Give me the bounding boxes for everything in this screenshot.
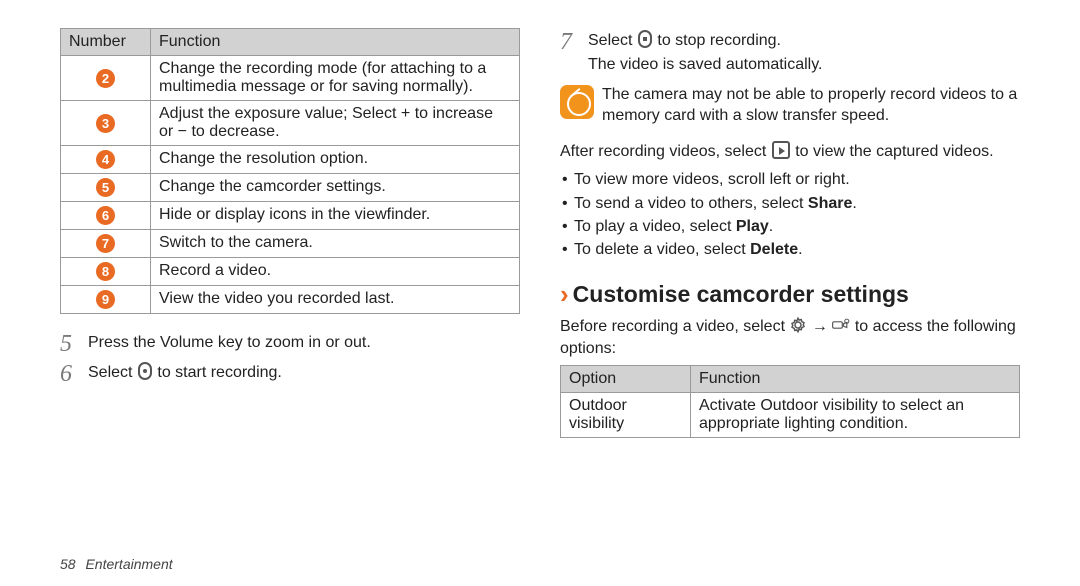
list-item: To delete a video, select Delete. <box>560 238 1020 261</box>
note-text: The camera may not be able to properly r… <box>602 85 1020 127</box>
section-name: Entertainment <box>85 556 172 572</box>
row-badge: 4 <box>96 150 115 169</box>
row-badge: 6 <box>96 206 115 225</box>
step-number: 6 <box>60 362 78 386</box>
table-row: Outdoor visibility Activate Outdoor visi… <box>561 393 1020 438</box>
table-row: 7 Switch to the camera. <box>61 230 520 258</box>
step-number: 7 <box>560 30 578 77</box>
option-name: Outdoor visibility <box>561 393 691 438</box>
row-function: View the video you recorded last. <box>151 286 520 314</box>
table-row: 9 View the video you recorded last. <box>61 286 520 314</box>
row-badge: 3 <box>96 114 115 133</box>
after-recording-text: After recording videos, select to view t… <box>560 141 1020 163</box>
row-function: Change the camcorder settings. <box>151 174 520 202</box>
row-function: Change the recording mode (for attaching… <box>151 56 520 101</box>
bullet-list: To view more videos, scroll left or righ… <box>560 168 1020 261</box>
row-function: Adjust the exposure value; Select + to i… <box>151 101 520 146</box>
row-function: Switch to the camera. <box>151 230 520 258</box>
play-box-icon <box>772 141 790 159</box>
left-column: Number Function 2 Change the recording m… <box>60 28 520 456</box>
list-item: To play a video, select Play. <box>560 215 1020 238</box>
function-table: Number Function 2 Change the recording m… <box>60 28 520 314</box>
note-callout: The camera may not be able to properly r… <box>560 85 1020 127</box>
row-function: Record a video. <box>151 258 520 286</box>
row-badge: 7 <box>96 234 115 253</box>
step-6: 6 Select to start recording. <box>60 362 520 386</box>
stop-icon <box>638 30 652 48</box>
gear-icon <box>789 316 807 334</box>
row-function: Hide or display icons in the viewfinder. <box>151 202 520 230</box>
col-header-function: Function <box>151 29 520 56</box>
list-item: To send a video to others, select Share. <box>560 192 1020 215</box>
section-heading: ›Customise camcorder settings <box>560 279 1020 310</box>
step-text: Select to start recording. <box>88 362 520 384</box>
table-row: 5 Change the camcorder settings. <box>61 174 520 202</box>
step-text: Press the Volume key to zoom in or out. <box>88 332 520 354</box>
row-badge: 8 <box>96 262 115 281</box>
col-header-function: Function <box>691 366 1020 393</box>
camcorder-gear-icon <box>832 316 850 334</box>
col-header-option: Option <box>561 366 691 393</box>
page-footer: 58 Entertainment <box>60 556 173 572</box>
row-badge: 5 <box>96 178 115 197</box>
row-badge: 9 <box>96 290 115 309</box>
row-function: Change the resolution option. <box>151 146 520 174</box>
table-row: 2 Change the recording mode (for attachi… <box>61 56 520 101</box>
option-function: Activate Outdoor visibility to select an… <box>691 393 1020 438</box>
step-5: 5 Press the Volume key to zoom in or out… <box>60 332 520 356</box>
record-icon <box>138 362 152 380</box>
table-row: 3 Adjust the exposure value; Select + to… <box>61 101 520 146</box>
table-row: 4 Change the resolution option. <box>61 146 520 174</box>
chevron-icon: › <box>560 279 569 309</box>
step-text: Select to stop recording. <box>588 30 1020 52</box>
table-row: 6 Hide or display icons in the viewfinde… <box>61 202 520 230</box>
right-column: 7 Select to stop recording. The video is… <box>560 28 1020 456</box>
step-number: 5 <box>60 332 78 356</box>
row-badge: 2 <box>96 69 115 88</box>
col-header-number: Number <box>61 29 151 56</box>
table-row: 8 Record a video. <box>61 258 520 286</box>
step-7: 7 Select to stop recording. The video is… <box>560 30 1020 77</box>
step-text-line2: The video is saved automatically. <box>588 54 1020 76</box>
heading-intro: Before recording a video, select → to ac… <box>560 316 1020 359</box>
page-number: 58 <box>60 556 76 572</box>
list-item: To view more videos, scroll left or righ… <box>560 168 1020 191</box>
options-table: Option Function Outdoor visibility Activ… <box>560 365 1020 438</box>
note-icon <box>560 85 594 119</box>
